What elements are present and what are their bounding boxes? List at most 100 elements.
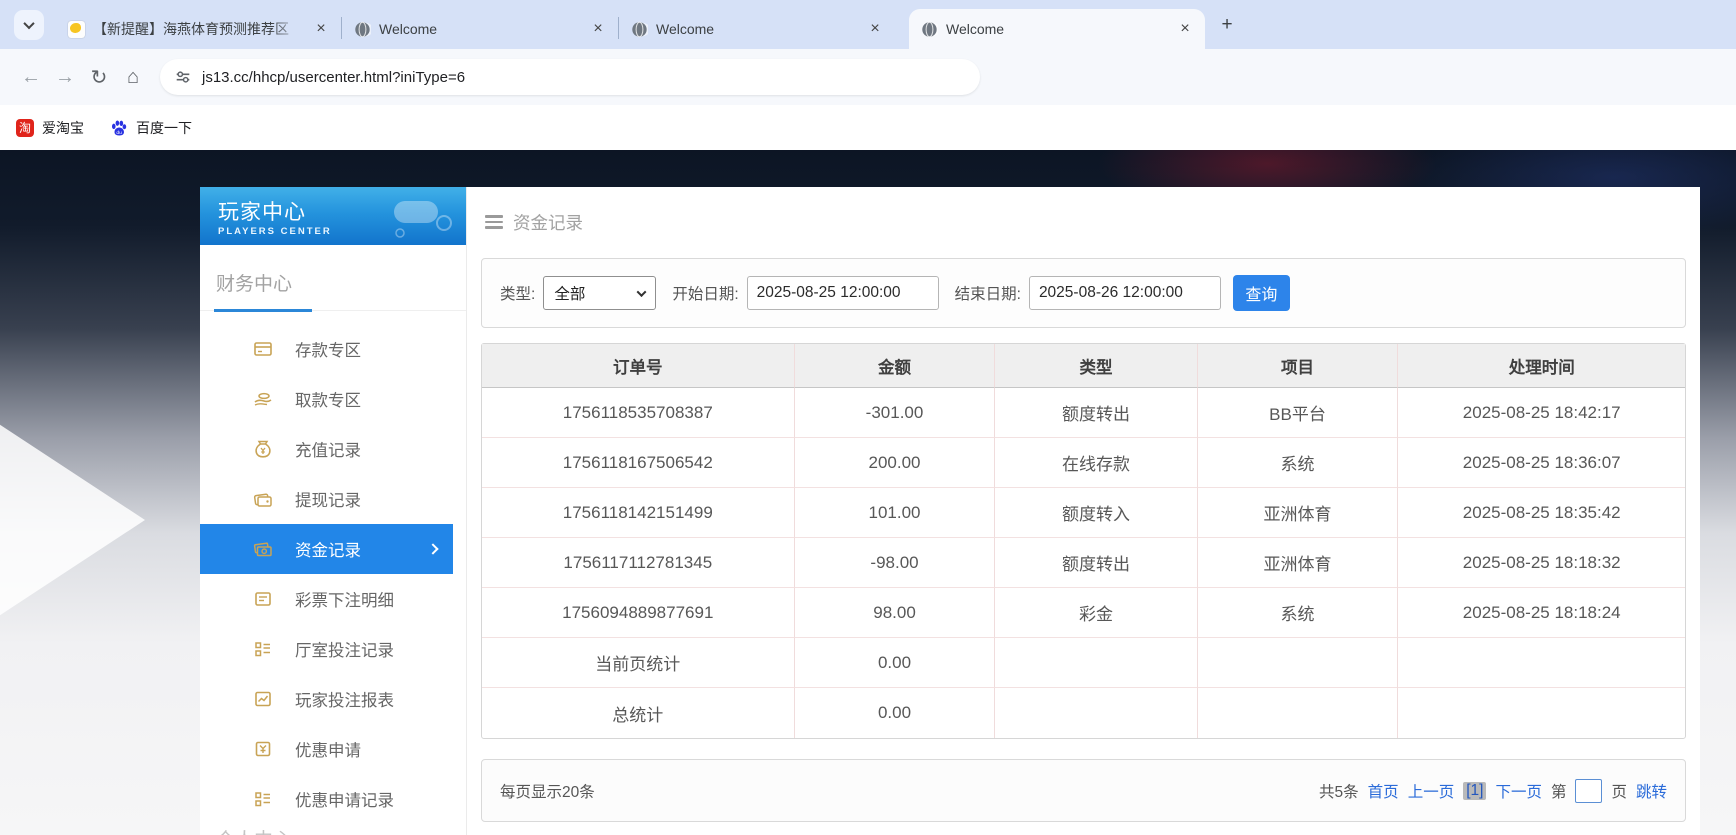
sidebar-item-lottery-bet-detail[interactable]: 彩票下注明细 [200, 574, 466, 624]
filter-bar: 类型: 全部 开始日期: 结束日期: 查询 [481, 258, 1686, 328]
sidebar-item-label: 厅室投注记录 [295, 637, 394, 661]
bookmark-label: 爱淘宝 [42, 118, 84, 138]
type-select[interactable]: 全部 [543, 276, 656, 310]
coupon-icon [253, 739, 273, 759]
cell-order-no: 1756094889877691 [482, 588, 794, 638]
wallet-icon [253, 489, 273, 509]
cell-type: 额度转出 [994, 388, 1196, 438]
sidebar-banner: 玩家中心 PLAYERS CENTER [200, 187, 466, 245]
table-row: 1756094889877691 98.00 彩金 系统 2025-08-25 … [482, 588, 1685, 638]
cell-project: 亚洲体育 [1197, 538, 1398, 588]
bookmark-baidu[interactable]: du 百度一下 [110, 118, 192, 138]
withdraw-hand-icon [253, 389, 273, 409]
globe-icon [631, 21, 648, 38]
bookmarks-bar: 淘 爱淘宝 du 百度一下 [0, 105, 1736, 150]
first-page-link[interactable]: 首页 [1368, 780, 1399, 802]
browser-toolbar: ← → ↻ ⌂ js13.cc/hhcp/usercenter.html?ini… [0, 49, 1736, 105]
cell-type: 额度转出 [994, 538, 1196, 588]
new-tab-button[interactable]: + [1213, 11, 1241, 39]
cell-process-time: 2025-08-25 18:42:17 [1397, 388, 1685, 438]
sidebar-item-withdraw-zone[interactable]: 取款专区 [200, 374, 466, 424]
grid-list-icon [253, 639, 273, 659]
cell-order-no: 1756117112781345 [482, 538, 794, 588]
sidebar-item-deposit-zone[interactable]: 存款专区 [200, 324, 466, 374]
table-header-row: 订单号 金额 类型 项目 处理时间 [482, 344, 1685, 388]
summary-label: 当前页统计 [482, 638, 794, 688]
home-icon[interactable]: ⌂ [116, 60, 150, 94]
end-date-input[interactable] [1029, 276, 1221, 310]
sidebar-item-promo-apply[interactable]: 优惠申请 [200, 724, 466, 774]
tab-title: Welcome [656, 21, 857, 37]
chevron-down-icon [637, 287, 647, 297]
sidebar-item-recharge-records[interactable]: 充值记录 [200, 424, 466, 474]
total-count-text: 共5条 [1319, 780, 1359, 802]
close-icon[interactable]: × [1175, 19, 1195, 39]
page-size-text: 每页显示20条 [500, 780, 595, 802]
site-settings-icon[interactable] [174, 68, 192, 86]
table-row: 1756118142151499 101.00 额度转入 亚洲体育 2025-0… [482, 488, 1685, 538]
summary-amount: 0.00 [794, 688, 995, 738]
money-bag-icon [253, 439, 273, 459]
player-center-panel: 玩家中心 PLAYERS CENTER 财务中心 存款专区 取款专区 [200, 187, 1700, 835]
sidebar-item-promo-apply-records[interactable]: 优惠申请记录 [200, 774, 466, 824]
close-icon[interactable]: × [865, 19, 885, 39]
cell-amount: 98.00 [794, 588, 995, 638]
sidebar-item-withdraw-records[interactable]: 提现记录 [200, 474, 466, 524]
sidebar-item-player-bet-report[interactable]: 玩家投注报表 [200, 674, 466, 724]
svg-text:du: du [116, 129, 122, 135]
start-date-input[interactable] [747, 276, 939, 310]
tab-welcome-2[interactable]: Welcome × [619, 9, 895, 49]
cell-amount: 101.00 [794, 488, 995, 538]
jump-page-input[interactable] [1575, 779, 1602, 803]
end-date-label: 结束日期: [955, 282, 1021, 304]
bookmark-aitaobao[interactable]: 淘 爱淘宝 [16, 118, 84, 138]
table-row: 1756118535708387 -301.00 额度转出 BB平台 2025-… [482, 388, 1685, 438]
sidebar-item-label: 彩票下注明细 [295, 587, 394, 611]
summary-amount: 0.00 [794, 638, 995, 688]
tab-welcome-1[interactable]: Welcome × [342, 9, 618, 49]
taobao-icon: 淘 [16, 119, 34, 137]
sidebar-item-label: 优惠申请记录 [295, 787, 394, 811]
grid-list-icon [253, 789, 273, 809]
page-title: 资金记录 [513, 210, 583, 235]
back-icon[interactable]: ← [14, 60, 48, 94]
pager: 共5条 首页 上一页 [1] 下一页 第 页 跳转 [1319, 779, 1667, 803]
menu-toggle-icon[interactable] [485, 215, 503, 229]
sidebar-item-hall-bet-records[interactable]: 厅室投注记录 [200, 624, 466, 674]
document-list-icon [253, 589, 273, 609]
reload-icon[interactable]: ↻ [82, 60, 116, 94]
pagination-bar: 每页显示20条 共5条 首页 上一页 [1] 下一页 第 页 跳转 [481, 759, 1686, 822]
address-bar[interactable]: js13.cc/hhcp/usercenter.html?iniType=6 [160, 59, 980, 95]
cell-type: 彩金 [994, 588, 1196, 638]
cell-type: 在线存款 [994, 438, 1196, 488]
cell-amount: -98.00 [794, 538, 995, 588]
sidebar-item-label: 玩家投注报表 [295, 687, 394, 711]
summary-row-current-page: 当前页统计 0.00 [482, 638, 1685, 688]
tab-search-button[interactable] [14, 10, 44, 40]
sidebar-item-fund-records[interactable]: 资金记录 [200, 524, 453, 574]
next-page-link[interactable]: 下一页 [1495, 780, 1542, 802]
close-icon[interactable]: × [588, 19, 608, 39]
cell-order-no: 1756118167506542 [482, 438, 794, 488]
tab-welcome-active[interactable]: Welcome × [909, 9, 1205, 49]
search-button[interactable]: 查询 [1233, 275, 1290, 311]
main-content: 资金记录 类型: 全部 开始日期: 结束日期: 查询 订单号 [466, 187, 1700, 835]
deposit-card-icon [253, 339, 273, 359]
close-icon[interactable]: × [311, 19, 331, 39]
chevron-down-icon [23, 18, 34, 29]
prev-page-link[interactable]: 上一页 [1408, 780, 1455, 802]
summary-row-total: 总统计 0.00 [482, 688, 1685, 738]
sidebar-item-label: 优惠申请 [295, 737, 361, 761]
cell-project: BB平台 [1197, 388, 1398, 438]
forward-icon[interactable]: → [48, 60, 82, 94]
globe-icon [354, 21, 371, 38]
cell-project: 系统 [1197, 588, 1398, 638]
baidu-paw-icon: du [110, 119, 128, 137]
cell-type: 额度转入 [994, 488, 1196, 538]
jump-button[interactable]: 跳转 [1636, 780, 1667, 802]
report-chart-icon [253, 689, 273, 709]
table-row: 1756117112781345 -98.00 额度转出 亚洲体育 2025-0… [482, 538, 1685, 588]
jump-suffix: 页 [1611, 780, 1627, 802]
background-triangle-decoration [0, 405, 145, 635]
tab-haiyan[interactable]: 【新提醒】海燕体育预测推荐区 × [56, 9, 341, 49]
